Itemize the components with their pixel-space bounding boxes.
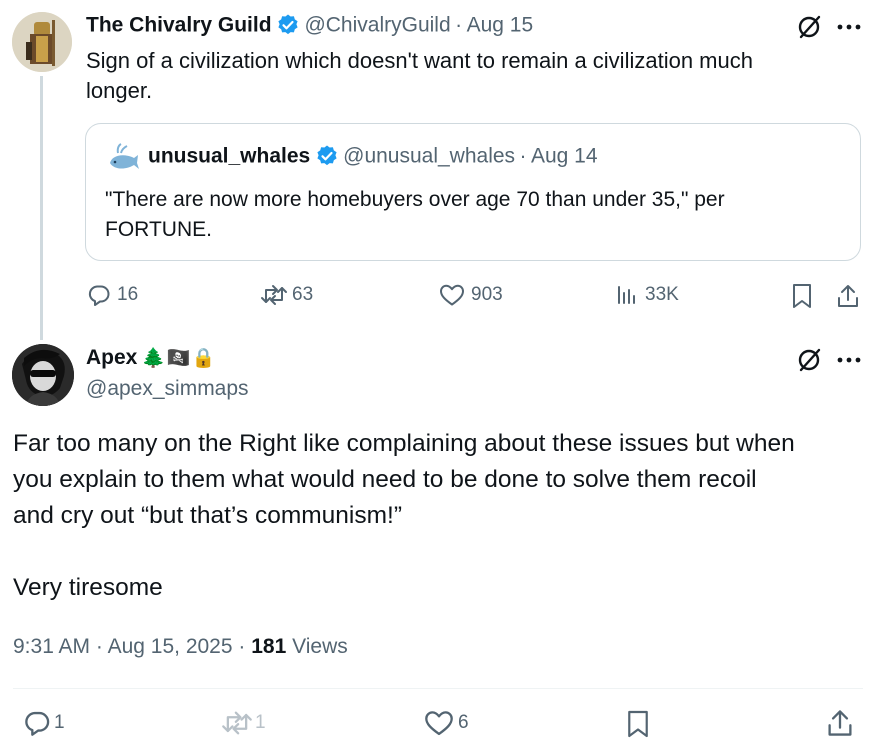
view-count: 181 [251,635,287,658]
bookmark-button[interactable] [791,283,813,309]
like-icon [439,283,465,307]
grok-icon[interactable] [796,346,824,379]
quote-date[interactable]: Aug 14 [531,145,598,168]
main-handle[interactable]: @apex_simmaps [86,377,249,401]
main-display-name[interactable]: Apex [86,346,137,369]
main-avatar[interactable] [12,344,74,406]
like-button[interactable]: 903 [439,283,503,307]
reply-count: 1 [54,712,65,733]
quote-text-line: "There are now more homebuyers over age … [105,188,725,211]
parent-tweet-text: Sign of a civilization which doesn't wan… [86,46,846,106]
parent-text-line: Sign of a civilization which doesn't wan… [86,48,753,73]
verified-badge-icon [276,13,300,42]
tweet-full-date[interactable]: Aug 15, 2025 [108,635,233,658]
repost-icon [260,283,288,307]
main-text-line: Very tiresome [13,574,163,601]
verified-badge-icon [315,144,339,173]
grok-icon[interactable] [796,13,824,46]
share-icon [836,283,860,309]
main-text-line: Far too many on the Right like complaini… [13,430,795,457]
separator-dot: · [519,144,527,168]
bookmark-button[interactable] [626,709,650,739]
reply-icon [22,709,52,737]
views-label: Views [292,635,348,658]
views-count: 33K [645,284,679,305]
thread-line [40,76,43,340]
quote-header: unusual_whales @unusual_whales · Aug 14 [148,144,598,173]
quote-text-line: FORTUNE. [105,218,212,241]
parent-display-name[interactable]: The Chivalry Guild [86,14,272,37]
quote-text: "There are now more homebuyers over age … [105,185,845,245]
share-button[interactable] [826,708,854,738]
share-button[interactable] [836,283,860,309]
quote-avatar [106,143,140,178]
separator-dot: · [95,635,103,658]
parent-avatar[interactable] [12,12,72,72]
bookmark-icon [626,709,650,739]
like-icon [424,709,454,737]
separator-dot: · [238,635,246,658]
more-icon[interactable] [836,347,862,378]
parent-text-line: longer. [86,78,153,103]
reply-button[interactable]: 16 [87,283,138,307]
main-header: Apex 🌲 🏴‍☠️ 🔒 [86,346,218,370]
repost-icon [221,709,253,737]
quote-handle[interactable]: @unusual_whales [343,145,515,168]
views-icon [615,283,639,307]
divider [13,688,863,689]
repost-button[interactable]: 63 [260,283,313,307]
parent-handle[interactable]: @ChivalryGuild [304,14,450,37]
views-button[interactable]: 33K [615,283,679,307]
tweet-time[interactable]: 9:31 AM [13,635,90,658]
repost-button[interactable]: 1 [221,709,266,737]
main-text-line: and cry out “but that’s communism!” [13,502,402,529]
like-button[interactable]: 6 [424,709,469,737]
reply-count: 16 [117,284,139,305]
name-emojis: 🌲 🏴‍☠️ 🔒 [141,348,216,369]
like-count: 6 [458,712,469,733]
repost-count: 63 [292,284,314,305]
more-icon[interactable] [836,14,862,45]
parent-date[interactable]: Aug 15 [467,14,534,37]
quote-display-name[interactable]: unusual_whales [148,145,310,168]
bookmark-icon [791,283,813,309]
reply-button[interactable]: 1 [22,709,65,737]
share-icon [826,708,854,738]
separator-dot: · [455,13,463,37]
like-count: 903 [471,284,503,305]
parent-header: The Chivalry Guild @ChivalryGuild · Aug … [86,13,533,42]
reply-icon [87,283,111,307]
tweet-meta: 9:31 AM · Aug 15, 2025 · 181 Views [13,635,348,659]
main-text-line: you explain to them what would need to b… [13,466,757,493]
repost-count: 1 [255,712,266,733]
quote-tweet-card[interactable]: unusual_whales @unusual_whales · Aug 14 … [85,123,861,261]
main-tweet-text: Far too many on the Right like complaini… [13,426,873,606]
